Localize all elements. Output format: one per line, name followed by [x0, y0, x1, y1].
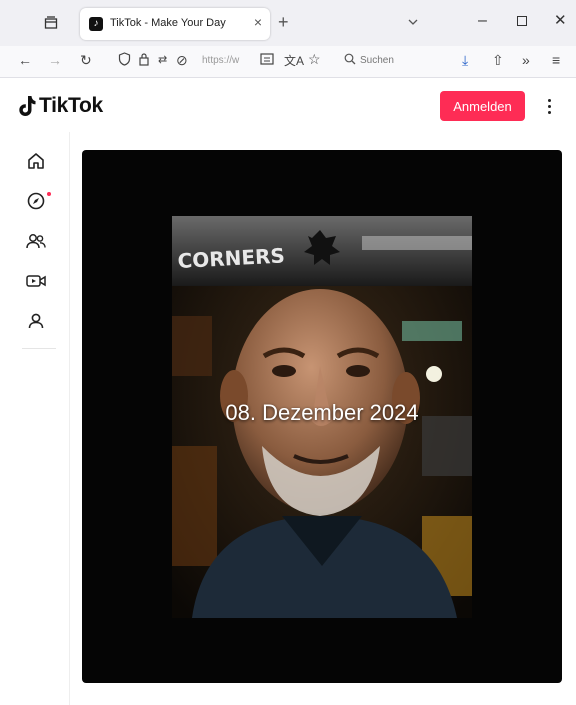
notification-dot	[47, 192, 51, 196]
sidebar	[0, 132, 70, 705]
browser-tab-bar: ♪ TikTok - Make Your Day × + – ✕	[0, 0, 576, 46]
download-icon[interactable]: ⤓	[462, 52, 468, 69]
logo-text: TikTok	[39, 94, 103, 117]
window-maximize-icon[interactable]	[517, 16, 527, 26]
bookmark-star-icon[interactable]: ☆	[308, 51, 321, 68]
tiktok-favicon-icon: ♪	[89, 17, 103, 31]
url-text: https://w	[202, 55, 240, 66]
tiktok-logo[interactable]: TikTok	[18, 94, 103, 118]
sidebar-item-following[interactable]	[25, 230, 47, 252]
video-date-overlay: 08. Dezember 2024	[225, 400, 419, 425]
video-frame: CORNERS 08. Dezember 2024	[172, 216, 472, 618]
tracking-blocked-icon[interactable]: ⊘	[176, 52, 188, 69]
profile-icon	[28, 313, 44, 329]
browser-nav-bar: ← → ↻ ⇄ ⊘ https://w 文A ☆ Suchen ⤓ ⇧ » ≡	[0, 46, 576, 78]
sidebar-item-explore[interactable]	[25, 190, 51, 212]
extensions-overflow-icon[interactable]: »	[522, 52, 530, 68]
login-button[interactable]: Anmelden	[440, 91, 525, 121]
sidebar-item-home[interactable]	[25, 150, 47, 172]
following-icon	[26, 234, 46, 249]
shield-icon[interactable]	[118, 52, 131, 69]
sidebar-item-live[interactable]	[25, 270, 47, 292]
forward-arrow-icon[interactable]: →	[48, 52, 62, 68]
search-bar[interactable]: Suchen	[336, 50, 446, 74]
permissions-icon[interactable]: ⇄	[158, 53, 167, 66]
tiktok-note-icon	[19, 96, 36, 116]
live-icon	[26, 275, 46, 287]
more-options-icon[interactable]	[542, 92, 556, 120]
reload-icon[interactable]: ↻	[80, 52, 92, 69]
reader-view-icon[interactable]	[260, 52, 274, 69]
sidebar-divider	[22, 348, 56, 349]
translate-icon[interactable]: 文A	[284, 52, 304, 69]
url-bar[interactable]: ⇄ ⊘ https://w 文A ☆	[106, 50, 326, 74]
tiktok-page: TikTok Anmelden CORNERS 08. Dezember 202…	[0, 78, 576, 705]
tab-list-icon[interactable]	[42, 14, 60, 32]
tab-title: TikTok - Make Your Day	[110, 17, 226, 29]
browser-tab-tiktok[interactable]: ♪ TikTok - Make Your Day ×	[80, 8, 270, 40]
explore-icon	[27, 192, 45, 210]
sidebar-item-profile[interactable]	[25, 310, 47, 332]
new-tab-button[interactable]: +	[278, 12, 289, 33]
window-close-icon[interactable]: ✕	[554, 11, 567, 29]
tiktok-header: TikTok Anmelden	[0, 78, 576, 132]
window-minimize-icon[interactable]: –	[478, 12, 487, 30]
home-icon	[28, 153, 44, 169]
back-arrow-icon[interactable]: ←	[18, 52, 32, 68]
menu-icon[interactable]: ≡	[552, 52, 560, 68]
share-icon[interactable]: ⇧	[492, 52, 504, 69]
tab-close-icon[interactable]: ×	[254, 14, 262, 30]
chevron-down-icon[interactable]	[406, 15, 420, 29]
lock-icon[interactable]	[138, 52, 150, 69]
search-icon	[344, 52, 356, 68]
search-input[interactable]: Suchen	[360, 55, 394, 66]
video-player[interactable]: CORNERS 08. Dezember 2024	[82, 150, 562, 683]
